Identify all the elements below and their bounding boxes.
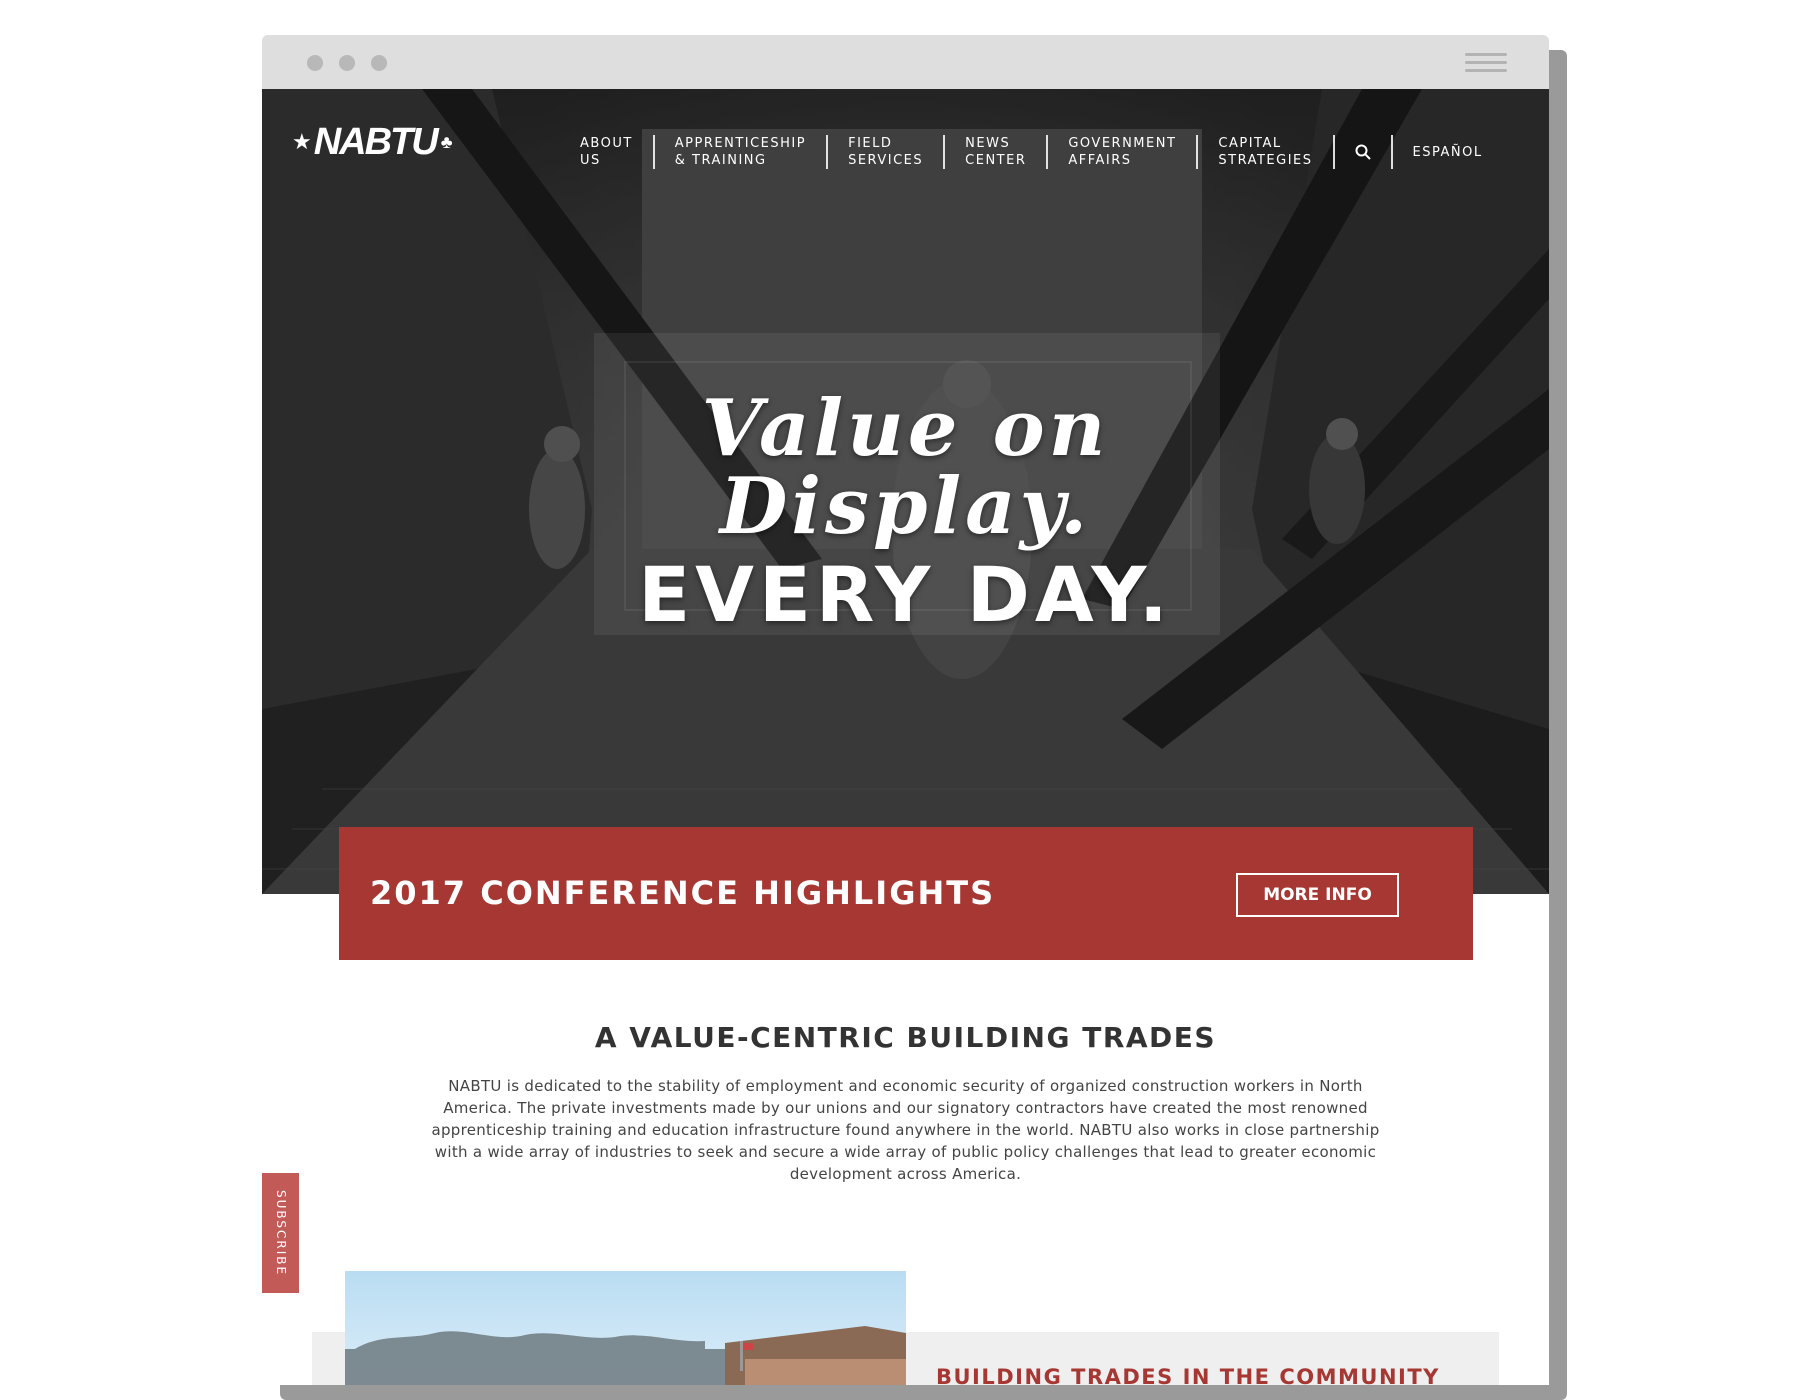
nav-item-field-services[interactable]: FIELD SERVICES	[828, 135, 946, 169]
hero-headline-line3: EVERY DAY.	[638, 550, 1173, 639]
subscribe-label: SUBSCRIBE	[273, 1189, 288, 1277]
section-title: A VALUE-CENTRIC BUILDING TRADES	[594, 1021, 1217, 1054]
nav-item-government-affairs[interactable]: GOVERNMENT AFFAIRS	[1048, 135, 1199, 169]
window-dot	[371, 55, 387, 71]
community-photo[interactable]	[345, 1271, 906, 1385]
community-heading[interactable]: BUILDING TRADES IN THE COMMUNITY	[936, 1365, 1440, 1385]
hero-section: ★ NABTU ♣ ABOUT US APPRENTICESHIP & TRAI…	[262, 89, 1549, 894]
hero-headline-line1: Value on	[701, 383, 1110, 474]
window-dot	[307, 55, 323, 71]
nav-item-about-us[interactable]: ABOUT US	[580, 135, 655, 169]
nabtu-logo[interactable]: ★ NABTU ♣	[292, 117, 453, 167]
maple-leaf-icon: ♣	[440, 131, 453, 152]
hamburger-icon[interactable]	[1465, 53, 1507, 75]
hero-headline-line2: Display.	[719, 461, 1092, 552]
subscribe-tab[interactable]: SUBSCRIBE	[262, 1173, 299, 1293]
banner-title: 2017 CONFERENCE HIGHLIGHTS	[370, 874, 996, 912]
logo-text: NABTU	[313, 120, 439, 163]
browser-chrome	[262, 35, 1549, 89]
search-button[interactable]	[1335, 135, 1393, 169]
nav-item-news-center[interactable]: NEWS CENTER	[945, 135, 1049, 169]
community-photo-scene	[345, 1326, 906, 1385]
nav-item-apprenticeship-training[interactable]: APPRENTICESHIP & TRAINING	[655, 135, 829, 169]
search-icon	[1355, 144, 1371, 160]
browser-window: ★ NABTU ♣ ABOUT US APPRENTICESHIP & TRAI…	[262, 35, 1549, 1385]
language-link[interactable]: ESPAÑOL	[1393, 145, 1483, 160]
more-info-button[interactable]: MORE INFO	[1236, 873, 1399, 917]
window-dot	[339, 55, 355, 71]
conference-banner: 2017 CONFERENCE HIGHLIGHTS MORE INFO	[339, 827, 1473, 960]
section-body: NABTU is dedicated to the stability of e…	[431, 1077, 1380, 1183]
nav-item-capital-strategies[interactable]: CAPITAL STRATEGIES	[1198, 135, 1335, 169]
main-nav: ABOUT US APPRENTICESHIP & TRAINING FIELD…	[580, 117, 1483, 187]
star-icon: ★	[292, 129, 312, 154]
